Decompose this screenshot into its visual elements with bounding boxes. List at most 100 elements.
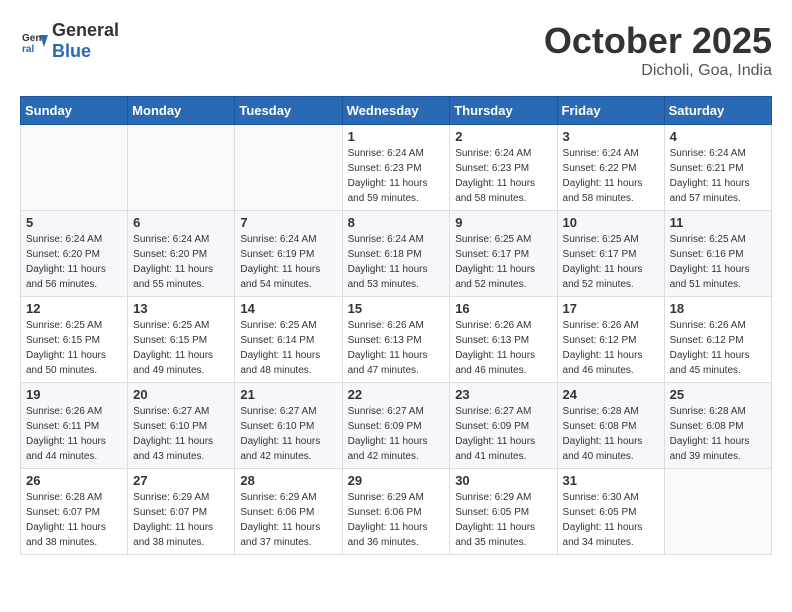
- calendar-cell: 2 Sunrise: 6:24 AMSunset: 6:23 PMDaylight…: [450, 125, 557, 211]
- calendar-cell: 28Sunrise: 6:29 AMSunset: 6:06 PMDayligh…: [235, 469, 342, 555]
- day-number: 23: [455, 387, 551, 402]
- day-number: 7: [240, 215, 336, 230]
- day-number: 12: [26, 301, 122, 316]
- calendar-cell: 24 Sunrise: 6:28 AMSunset: 6:08 PMDayligh…: [557, 383, 664, 469]
- calendar-cell: 23Sunrise: 6:27 AMSunset: 6:09 PMDayligh…: [450, 383, 557, 469]
- page-header: Gene ral General Blue October 2025 Dicho…: [20, 20, 772, 80]
- day-number: 6: [133, 215, 229, 230]
- day-info: Sunrise: 6:27 AMSunset: 6:10 PMDaylight:…: [240, 404, 336, 464]
- day-info: Sunrise: 6:26 AMSunset: 6:12 PMDaylight:…: [670, 318, 766, 378]
- calendar-cell: [128, 125, 235, 211]
- day-info: Sunrise: 6:28 AMSunset: 6:08 PMDaylight:…: [670, 404, 766, 464]
- day-number: 10: [563, 215, 659, 230]
- day-number: 30: [455, 473, 551, 488]
- day-number: 21: [240, 387, 336, 402]
- day-number: 15: [348, 301, 445, 316]
- day-number: 16: [455, 301, 551, 316]
- day-info: Sunrise: 6:24 AMSunset: 6:20 PMDaylight:…: [133, 232, 229, 292]
- weekday-header: Monday: [128, 97, 235, 125]
- month-title: October 2025: [544, 20, 772, 62]
- day-number: 4: [670, 129, 766, 144]
- calendar-cell: 11 Sunrise: 6:25 AMSunset: 6:16 PMDayligh…: [664, 211, 771, 297]
- calendar-table: SundayMondayTuesdayWednesdayThursdayFrid…: [20, 96, 772, 555]
- weekday-header: Thursday: [450, 97, 557, 125]
- calendar-cell: [235, 125, 342, 211]
- day-info: Sunrise: 6:29 AMSunset: 6:06 PMDaylight:…: [348, 490, 445, 550]
- logo: Gene ral General Blue: [20, 20, 119, 62]
- calendar-cell: 19Sunrise: 6:26 AMSunset: 6:11 PMDayligh…: [21, 383, 128, 469]
- calendar-cell: 18 Sunrise: 6:26 AMSunset: 6:12 PMDayligh…: [664, 297, 771, 383]
- calendar-cell: 7 Sunrise: 6:24 AMSunset: 6:19 PMDaylight…: [235, 211, 342, 297]
- calendar-cell: 27Sunrise: 6:29 AMSunset: 6:07 PMDayligh…: [128, 469, 235, 555]
- calendar-cell: 22 Sunrise: 6:27 AMSunset: 6:09 PMDayligh…: [342, 383, 450, 469]
- weekday-header: Friday: [557, 97, 664, 125]
- day-number: 8: [348, 215, 445, 230]
- calendar-cell: 3Sunrise: 6:24 AMSunset: 6:22 PMDaylight…: [557, 125, 664, 211]
- day-info: Sunrise: 6:25 AMSunset: 6:17 PMDaylight:…: [455, 232, 551, 292]
- day-info: Sunrise: 6:24 AMSunset: 6:19 PMDaylight:…: [240, 232, 336, 292]
- day-info: Sunrise: 6:28 AMSunset: 6:07 PMDaylight:…: [26, 490, 122, 550]
- day-number: 1: [348, 129, 445, 144]
- day-number: 17: [563, 301, 659, 316]
- day-number: 24: [563, 387, 659, 402]
- calendar-cell: 12 Sunrise: 6:25 AMSunset: 6:15 PMDayligh…: [21, 297, 128, 383]
- weekday-header: Wednesday: [342, 97, 450, 125]
- weekday-header: Saturday: [664, 97, 771, 125]
- svg-text:ral: ral: [22, 44, 34, 55]
- day-number: 31: [563, 473, 659, 488]
- day-info: Sunrise: 6:24 AMSunset: 6:20 PMDaylight:…: [26, 232, 122, 292]
- title-block: October 2025 Dicholi, Goa, India: [544, 20, 772, 80]
- day-number: 20: [133, 387, 229, 402]
- day-info: Sunrise: 6:25 AMSunset: 6:15 PMDaylight:…: [26, 318, 122, 378]
- day-number: 28: [240, 473, 336, 488]
- calendar-cell: 31 Sunrise: 6:30 AMSunset: 6:05 PMDayligh…: [557, 469, 664, 555]
- day-info: Sunrise: 6:24 AMSunset: 6:21 PMDaylight:…: [670, 146, 766, 206]
- calendar-cell: 20 Sunrise: 6:27 AMSunset: 6:10 PMDayligh…: [128, 383, 235, 469]
- day-info: Sunrise: 6:26 AMSunset: 6:12 PMDaylight:…: [563, 318, 659, 378]
- day-info: Sunrise: 6:25 AMSunset: 6:17 PMDaylight:…: [563, 232, 659, 292]
- day-info: Sunrise: 6:25 AMSunset: 6:14 PMDaylight:…: [240, 318, 336, 378]
- day-info: Sunrise: 6:24 AMSunset: 6:18 PMDaylight:…: [348, 232, 445, 292]
- calendar-cell: 29Sunrise: 6:29 AMSunset: 6:06 PMDayligh…: [342, 469, 450, 555]
- day-info: Sunrise: 6:29 AMSunset: 6:05 PMDaylight:…: [455, 490, 551, 550]
- day-number: 11: [670, 215, 766, 230]
- logo-blue: Blue: [52, 41, 91, 61]
- day-number: 14: [240, 301, 336, 316]
- logo-general: General: [52, 20, 119, 40]
- calendar-cell: [21, 125, 128, 211]
- logo-text: General Blue: [52, 20, 119, 62]
- weekday-header: Sunday: [21, 97, 128, 125]
- calendar-cell: 13Sunrise: 6:25 AMSunset: 6:15 PMDayligh…: [128, 297, 235, 383]
- day-info: Sunrise: 6:30 AMSunset: 6:05 PMDaylight:…: [563, 490, 659, 550]
- day-number: 18: [670, 301, 766, 316]
- day-info: Sunrise: 6:26 AMSunset: 6:13 PMDaylight:…: [348, 318, 445, 378]
- day-number: 13: [133, 301, 229, 316]
- day-number: 5: [26, 215, 122, 230]
- day-info: Sunrise: 6:28 AMSunset: 6:08 PMDaylight:…: [563, 404, 659, 464]
- logo-icon: Gene ral: [20, 27, 48, 55]
- day-info: Sunrise: 6:26 AMSunset: 6:13 PMDaylight:…: [455, 318, 551, 378]
- day-number: 9: [455, 215, 551, 230]
- day-number: 2: [455, 129, 551, 144]
- calendar-cell: [664, 469, 771, 555]
- location: Dicholi, Goa, India: [544, 62, 772, 80]
- day-number: 22: [348, 387, 445, 402]
- calendar-cell: 1 Sunrise: 6:24 AMSunset: 6:23 PMDaylight…: [342, 125, 450, 211]
- day-info: Sunrise: 6:27 AMSunset: 6:10 PMDaylight:…: [133, 404, 229, 464]
- day-info: Sunrise: 6:24 AMSunset: 6:23 PMDaylight:…: [455, 146, 551, 206]
- calendar-cell: 8 Sunrise: 6:24 AMSunset: 6:18 PMDaylight…: [342, 211, 450, 297]
- calendar-cell: 9 Sunrise: 6:25 AMSunset: 6:17 PMDaylight…: [450, 211, 557, 297]
- day-info: Sunrise: 6:27 AMSunset: 6:09 PMDaylight:…: [348, 404, 445, 464]
- day-number: 25: [670, 387, 766, 402]
- calendar-cell: 15 Sunrise: 6:26 AMSunset: 6:13 PMDayligh…: [342, 297, 450, 383]
- calendar-cell: 21 Sunrise: 6:27 AMSunset: 6:10 PMDayligh…: [235, 383, 342, 469]
- day-number: 26: [26, 473, 122, 488]
- calendar-cell: 6 Sunrise: 6:24 AMSunset: 6:20 PMDaylight…: [128, 211, 235, 297]
- calendar-cell: 30 Sunrise: 6:29 AMSunset: 6:05 PMDayligh…: [450, 469, 557, 555]
- day-info: Sunrise: 6:24 AMSunset: 6:22 PMDaylight:…: [563, 146, 659, 206]
- day-info: Sunrise: 6:24 AMSunset: 6:23 PMDaylight:…: [348, 146, 445, 206]
- calendar-cell: 10 Sunrise: 6:25 AMSunset: 6:17 PMDayligh…: [557, 211, 664, 297]
- day-info: Sunrise: 6:26 AMSunset: 6:11 PMDaylight:…: [26, 404, 122, 464]
- day-info: Sunrise: 6:25 AMSunset: 6:16 PMDaylight:…: [670, 232, 766, 292]
- calendar-cell: 16 Sunrise: 6:26 AMSunset: 6:13 PMDayligh…: [450, 297, 557, 383]
